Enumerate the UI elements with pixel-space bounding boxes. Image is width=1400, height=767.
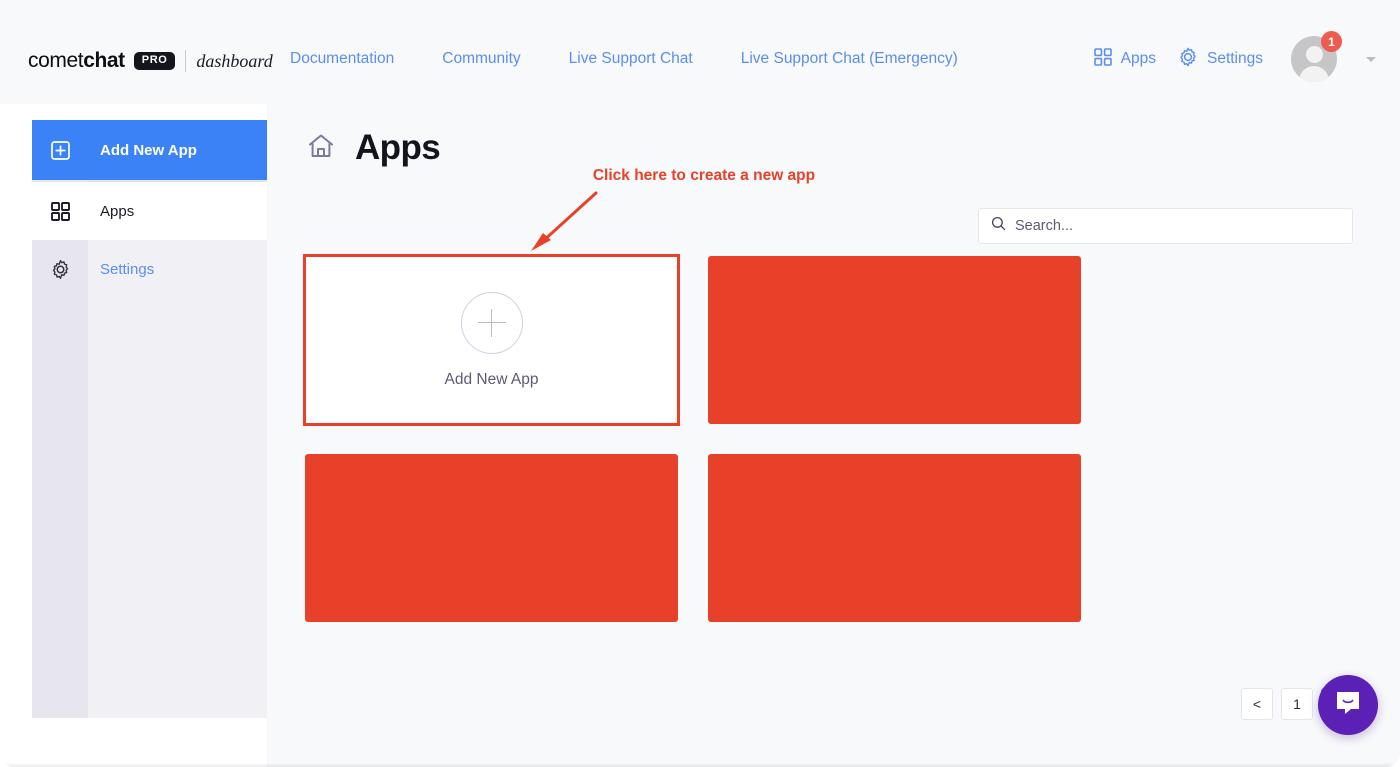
sidebar: Add New App Apps Settings <box>32 120 267 718</box>
search-box[interactable] <box>978 208 1353 244</box>
plus-square-icon <box>32 140 88 160</box>
sidebar-item-label: Apps <box>100 202 135 220</box>
sidebar-item-apps[interactable]: Apps <box>32 182 267 240</box>
sidebar-item-label: Add New App <box>100 141 197 159</box>
pagination-prev-button[interactable]: < <box>1241 688 1273 720</box>
add-new-app-card-label: Add New App <box>444 370 539 388</box>
nav-link-live-support-chat[interactable]: Live Support Chat <box>569 50 693 68</box>
add-new-app-card[interactable]: Add New App <box>305 256 678 424</box>
nav-settings-label: Settings <box>1206 50 1263 67</box>
nav-settings-button[interactable]: Settings <box>1178 47 1263 72</box>
gear-icon <box>32 259 88 280</box>
plus-circle-icon <box>460 291 523 354</box>
avatar-body-shape <box>1299 66 1329 82</box>
apps-grid: Add New App <box>305 256 1125 622</box>
brand-suffix: dashboard <box>196 50 273 71</box>
app-card[interactable] <box>708 256 1081 424</box>
chevron-down-icon[interactable] <box>1366 56 1376 62</box>
nav-link-documentation[interactable]: Documentation <box>290 50 394 68</box>
sidebar-item-settings[interactable]: Settings <box>32 240 267 298</box>
chat-bubble-icon <box>1333 688 1363 723</box>
nav-link-live-support-chat-emergency[interactable]: Live Support Chat (Emergency) <box>741 50 958 68</box>
gear-icon <box>1178 47 1198 72</box>
page-title: Apps <box>355 128 441 167</box>
nav-link-community[interactable]: Community <box>442 50 520 68</box>
pro-badge: PRO <box>133 52 176 70</box>
app-card[interactable] <box>708 454 1081 622</box>
page-header: Apps <box>305 128 441 168</box>
search-icon <box>991 216 1006 236</box>
brand-name-bold: chat <box>83 49 125 72</box>
brand-logo[interactable]: comet chat PRO dashboard <box>28 46 273 76</box>
app-card[interactable] <box>305 454 678 622</box>
notification-badge[interactable]: 1 <box>1321 31 1342 52</box>
sidebar-item-add-new-app[interactable]: Add New App <box>32 120 267 180</box>
intercom-launcher-button[interactable] <box>1318 675 1378 735</box>
logo-divider <box>185 50 187 72</box>
top-navigation-bar: comet chat PRO dashboard Documentation C… <box>0 0 1400 104</box>
top-nav-right-group: Apps Settings 1 <box>1093 31 1376 82</box>
primary-nav-links: Documentation Community Live Support Cha… <box>290 50 958 68</box>
brand-name-light: comet <box>28 49 84 72</box>
grid-icon <box>1093 47 1112 71</box>
main-content: Apps Add New App < 1 2 <box>267 104 1400 767</box>
nav-apps-label: Apps <box>1120 50 1156 67</box>
window-bottom-edge <box>0 763 1400 767</box>
grid-icon <box>32 201 88 221</box>
sidebar-item-label: Settings <box>100 260 155 278</box>
pagination-page-1[interactable]: 1 <box>1281 688 1313 720</box>
search-input[interactable] <box>1015 218 1340 234</box>
home-icon[interactable] <box>305 130 337 167</box>
browser-window: comet chat PRO dashboard Documentation C… <box>0 0 1400 767</box>
nav-apps-button[interactable]: Apps <box>1093 47 1156 71</box>
annotation-text: Click here to create a new app <box>592 167 816 184</box>
avatar-head-shape <box>1305 46 1323 63</box>
avatar[interactable]: 1 <box>1291 31 1342 82</box>
